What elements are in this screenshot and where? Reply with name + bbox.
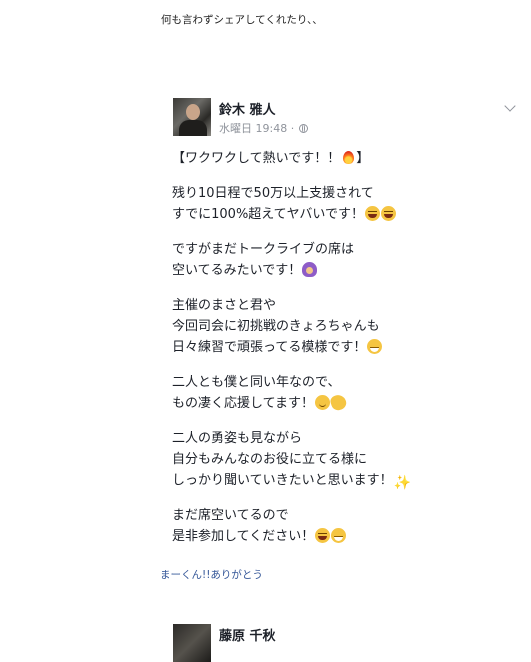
post-line: ですがまだトークライブの席は xyxy=(172,239,502,260)
post-line: 自分もみんなのお役に立てる様に xyxy=(172,449,502,470)
embedded-post: 鈴木 雅人 水曜日 19:48 · 【ワクワクして熱いです！！ 】残り10日程で5… xyxy=(162,88,520,544)
post-line-text: 是非参加してください！ xyxy=(172,529,315,544)
reply-text: まーくん!!ありがとう xyxy=(160,569,263,581)
laugh-emoji-icon xyxy=(315,528,331,543)
post-line: すでに100%超えてヤバいです！ xyxy=(172,204,502,225)
post-line: 残り10日程で50万以上支援されて xyxy=(172,183,502,204)
post-paragraph: 主催のまさと君や今回司会に初挑戦のきょろちゃんも 日々練習で頑張ってる模様です！ xyxy=(172,295,502,358)
post-paragraph: 残り10日程で50万以上支援されて すでに100%超えてヤバいです！ xyxy=(172,183,502,225)
post-line-text: 主催のまさと君や xyxy=(172,298,277,313)
post-line: まだ席空いてるので xyxy=(172,505,502,526)
post-line-text: 空いてるみたいです！ xyxy=(172,263,302,278)
post-author[interactable]: 鈴木 雅人 xyxy=(219,99,276,118)
grin-emoji-icon xyxy=(367,339,383,354)
post-line: 是非参加してください！ xyxy=(172,526,502,547)
chevron-down-icon[interactable] xyxy=(504,100,516,112)
post-line-text: 残り10日程で50万以上支援されて xyxy=(172,186,374,201)
laugh-emoji-icon xyxy=(381,206,396,221)
post-line-text: 日々練習で頑張ってる模様です！ xyxy=(172,340,367,355)
post-line-text: まだ席空いてるので xyxy=(172,508,289,523)
grin-emoji-icon xyxy=(331,528,347,543)
post-line-text: もの凄く応援してます！ xyxy=(172,396,314,411)
post-timestamp[interactable]: 水曜日 19:48 · xyxy=(219,120,294,136)
post-line-text: しっかり聞いていきたいと思います！ xyxy=(172,473,393,488)
globe-icon xyxy=(299,123,309,133)
smile-emoji-icon xyxy=(314,395,330,410)
post-line: 二人の勇姿も見ながら xyxy=(172,428,502,449)
post-paragraph: 二人の勇姿も見ながら自分もみんなのお役に立てる様にしっかり聞いていきたいと思いま… xyxy=(172,428,502,491)
post-line: しっかり聞いていきたいと思います！✨ xyxy=(172,470,502,491)
post-paragraph: まだ席空いてるので是非参加してください！ xyxy=(172,505,502,547)
post-line: 【ワクワクして熱いです！！ 】 xyxy=(172,148,502,169)
laugh-emoji-icon xyxy=(365,206,380,221)
post-line-text: 今回司会に初挑戦のきょろちゃんも xyxy=(172,319,380,334)
post-body: 【ワクワクして熱いです！！ 】残り10日程で50万以上支援されて すでに100%超え… xyxy=(172,148,502,561)
fire-emoji-icon xyxy=(341,150,356,165)
next-embedded-post: 藤原 千秋 xyxy=(162,610,520,662)
post-line: 今回司会に初挑戦のきょろちゃんも xyxy=(172,316,502,337)
post-line: 主催のまさと君や xyxy=(172,295,502,316)
post-line: 空いてるみたいです！ xyxy=(172,260,502,281)
post-line-suffix: 】 xyxy=(356,151,370,166)
post-line-text: 二人とも僕と同い年なので、 xyxy=(172,375,341,390)
post-line: もの凄く応援してます！ xyxy=(172,392,502,414)
post-author[interactable]: 藤原 千秋 xyxy=(219,625,276,644)
post-line: 日々練習で頑張ってる模様です！ xyxy=(172,337,502,358)
post-line-text: 【ワクワクして熱いです！！ xyxy=(172,151,341,166)
post-line-text: 自分もみんなのお役に立てる様に xyxy=(172,452,368,467)
post-paragraph: 二人とも僕と同い年なので、 もの凄く応援してます！ xyxy=(172,372,502,414)
post-line-text: ですがまだトークライブの席は xyxy=(172,242,355,257)
post-line-text: 二人の勇姿も見ながら xyxy=(172,431,303,446)
avatar[interactable] xyxy=(173,624,211,662)
ok-emoji-icon xyxy=(302,262,318,277)
intro-text: 何も言わずシェアしてくれたり、、 xyxy=(161,14,323,26)
clap-emoji-icon xyxy=(328,392,349,413)
avatar[interactable] xyxy=(173,98,211,136)
post-line-text: すでに100%超えてヤバいです！ xyxy=(172,207,364,222)
post-line: 二人とも僕と同い年なので、 xyxy=(172,372,502,393)
post-paragraph: 【ワクワクして熱いです！！ 】 xyxy=(172,148,502,169)
post-meta: 水曜日 19:48 · xyxy=(219,120,309,136)
post-paragraph: ですがまだトークライブの席は 空いてるみたいです！ xyxy=(172,239,502,281)
spark-emoji-icon: ✨ xyxy=(393,475,412,491)
